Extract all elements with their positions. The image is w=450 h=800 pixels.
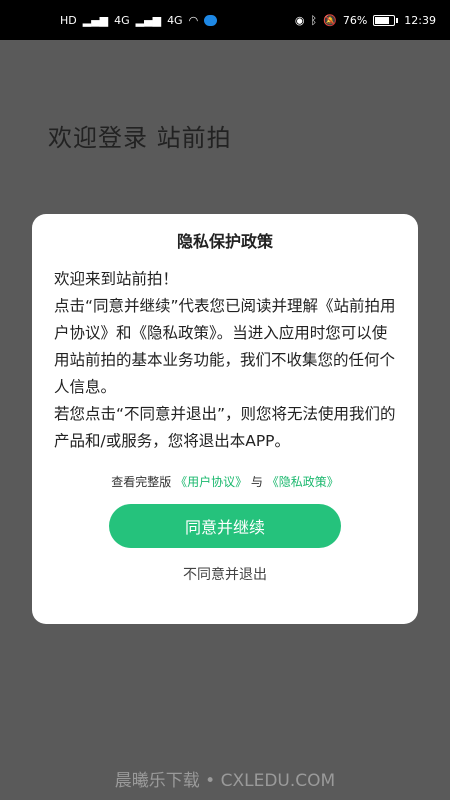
dialog-title: 隐私保护政策 [176,232,273,251]
privacy-dialog: 隐私保护政策 欢迎来到站前拍！ 点击“同意并继续”代表您已阅读并理解《站前拍用户… [32,214,418,624]
welcome-title: 欢迎登录 站前拍 [48,124,232,152]
dialog-paragraph-welcome: 欢迎来到站前拍！ [54,270,179,288]
agreement-conjunction: 与 [250,475,263,489]
dialog-body: 欢迎来到站前拍！ 点击“同意并继续”代表您已阅读并理解《站前拍用户协议》和《隐私… [54,266,396,455]
dialog-paragraph-consent: 点击“同意并继续”代表您已阅读并理解《站前拍用户协议》和《隐私政策》。当进入应用… [54,297,396,396]
wifi-icon: ◠ [188,13,199,27]
cloud-icon [204,14,218,26]
user-agreement-link[interactable]: 《用户协议》 [175,475,247,489]
bluetooth-icon: ᛒ [310,13,318,27]
clock: 12:39 [404,13,436,27]
signal-icon-2: ▂▄▆ [135,13,162,27]
agree-continue-button[interactable]: 同意并继续 [109,504,341,548]
status-left: HD ▂▄▆ 4G ▂▄▆ 4G ◠ [60,13,218,27]
eye-icon: ◉ [294,13,305,27]
agreement-prefix: 查看完整版 [111,475,172,489]
status-bar: HD ▂▄▆ 4G ▂▄▆ 4G ◠ ◉ ᛒ 🔕 76% 12:39 [0,0,450,40]
signal-icon-1: ▂▄▆ [82,13,109,27]
disagree-exit-button[interactable]: 不同意并退出 [54,564,396,584]
dialog-paragraph-refuse: 若您点击“不同意并退出”，则您将无法使用我们的产品和/或服务，您将退出本APP。 [54,405,396,450]
battery-icon [373,14,399,26]
hd-label: HD [60,13,77,27]
network-label-1: 4G [114,13,130,27]
battery-percent: 76% [342,13,368,27]
watermark: 晨曦乐下载 • CXLEDU.COM [114,771,336,791]
network-label-2: 4G [167,13,183,27]
mute-icon: 🔕 [323,13,337,27]
status-right: ◉ ᛒ 🔕 76% 12:39 [295,14,436,27]
agreement-line: 查看完整版 《用户协议》 与 《隐私政策》 [54,473,396,490]
privacy-policy-link[interactable]: 《隐私政策》 [267,475,339,489]
battery-fill [375,16,389,24]
